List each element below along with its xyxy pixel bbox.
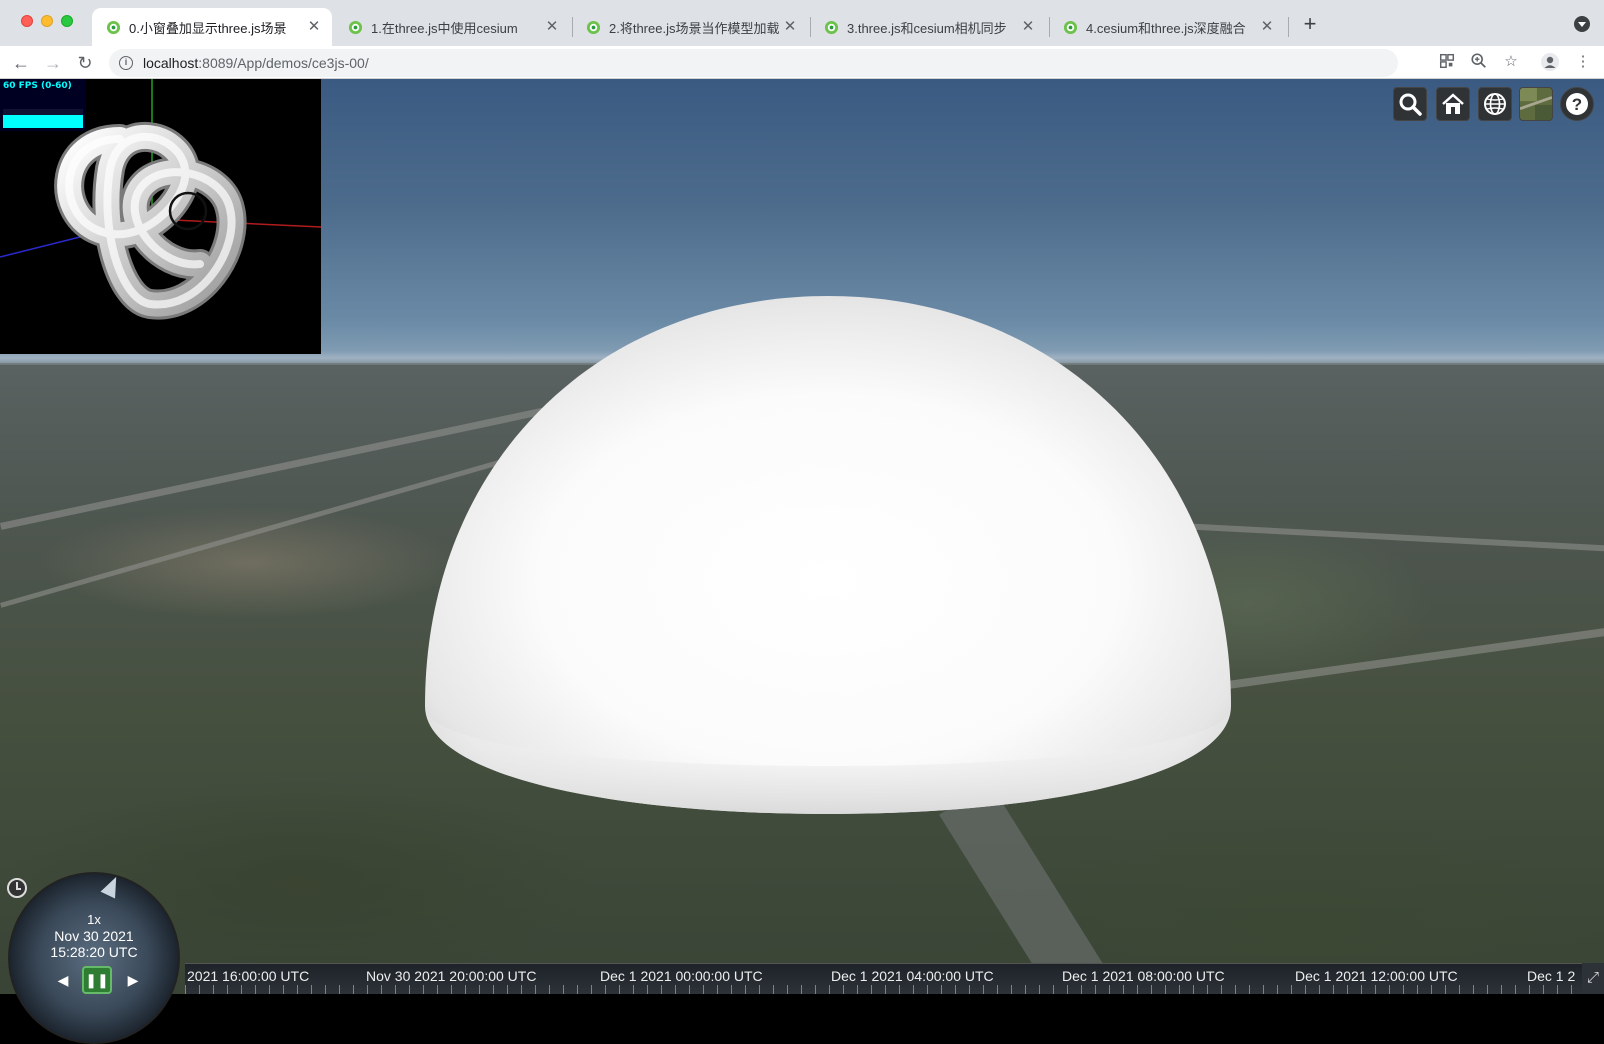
tab-search-button[interactable] [1574,16,1590,32]
url-host: localhost [143,55,199,71]
cesium-favicon-icon [824,20,839,34]
url-text: localhost:8089/App/demos/ce3js-00/ [143,55,369,71]
animation-date: Nov 30 2021 [54,928,134,944]
browser-toolbar: ← → ↻ i localhost:8089/App/demos/ce3js-0… [0,46,1604,79]
fps-stats-panel[interactable]: 60 FPS (0-60) [0,79,86,131]
url-path: :8089/App/demos/ce3js-00/ [198,55,369,71]
tab-bar: 0.小窗叠加显示three.js场景 ✕ 1.在three.js中使用cesiu… [0,0,1604,46]
play-forward-button[interactable]: ▶ [120,968,146,992]
help-button[interactable]: ? [1560,87,1594,121]
base-layer-picker-button[interactable] [1519,87,1553,121]
svg-text:?: ? [1572,95,1582,114]
imagery-layer-icon [1520,88,1552,120]
timeline-tick-label: Nov 30 2021 20:00:00 UTC [366,968,537,984]
hemisphere-model [425,296,1231,814]
globe-icon [1484,93,1506,115]
tab-title: 4.cesium和three.js深度融合 [1086,20,1246,36]
tab-close-icon[interactable]: ✕ [782,19,798,35]
tab-4[interactable]: 4.cesium和three.js深度融合 ✕ [1049,8,1285,46]
tab-title: 3.three.js和cesium相机同步 [847,20,1007,36]
search-icon [1399,93,1422,116]
timeline-tick-label: Dec 1 2021 12:00:00 UTC [1295,968,1458,984]
geocoder-search-button[interactable] [1393,87,1427,121]
tab-close-icon[interactable]: ✕ [1020,19,1036,35]
threejs-overlay-canvas[interactable]: 60 FPS (0-60) [0,79,322,354]
timeline-tick-label: Dec 1 2021 08:00:00 UTC [1062,968,1225,984]
new-tab-button[interactable]: + [1297,12,1323,38]
bookmark-star-icon[interactable]: ☆ [1501,52,1521,72]
tab-close-icon[interactable]: ✕ [306,19,322,35]
timeline-ticks [185,985,1582,994]
close-window-button[interactable] [21,15,33,27]
tab-1[interactable]: 1.在three.js中使用cesium ✕ [334,8,570,46]
cesium-favicon-icon [348,20,363,34]
fps-label: 60 FPS (0-60) [3,81,72,91]
tab-2[interactable]: 2.将three.js场景当作模型加载 ✕ [572,8,808,46]
road [1179,523,1604,552]
qr-code-icon[interactable] [1437,52,1457,72]
timeline-tick-label: Dec 1 2021 04:00:00 UTC [831,968,994,984]
scene-mode-button[interactable] [1478,87,1512,121]
profile-avatar-icon[interactable] [1540,52,1560,72]
cesium-favicon-icon [586,20,601,34]
zoom-icon[interactable] [1469,52,1489,72]
back-button[interactable]: ← [8,50,34,76]
tab-0[interactable]: 0.小窗叠加显示three.js场景 ✕ [92,8,332,46]
tab-3[interactable]: 3.three.js和cesium相机同步 ✕ [810,8,1046,46]
cesium-favicon-icon [1063,20,1078,34]
tab-title: 1.在three.js中使用cesium [371,20,518,36]
forward-button[interactable]: → [40,50,66,76]
timeline[interactable]: 2021 16:00:00 UTC Nov 30 2021 20:00:00 U… [185,963,1582,994]
pause-button[interactable]: ❚❚ [82,966,112,994]
browser-menu-icon[interactable]: ⋮ [1573,52,1593,72]
help-icon: ? [1566,93,1588,115]
home-view-button[interactable] [1436,87,1470,121]
tab-separator [1288,17,1289,37]
timeline-tick-label: Dec 1 2021 00:00:00 UTC [600,968,763,984]
cesium-favicon-icon [106,20,121,34]
tab-title: 2.将three.js场景当作模型加载 [609,20,780,36]
tab-close-icon[interactable]: ✕ [544,19,560,35]
play-reverse-button[interactable]: ◀ [50,968,76,992]
address-bar[interactable]: i localhost:8089/App/demos/ce3js-00/ [109,49,1398,77]
reload-button[interactable]: ↻ [72,50,98,76]
animation-time: 15:28:20 UTC [50,944,138,960]
tab-close-icon[interactable]: ✕ [1259,19,1275,35]
timeline-tick-label: 2021 16:00:00 UTC [187,968,310,984]
home-icon [1442,93,1464,114]
cesium-viewer[interactable]: 60 FPS (0-60) ? [0,79,1604,994]
fullscreen-button[interactable]: ⤢ [1582,963,1604,994]
fps-graph [3,109,83,128]
animation-speed: 1x [87,912,101,927]
tab-title: 0.小窗叠加显示three.js场景 [129,20,287,36]
site-info-icon[interactable]: i [119,56,133,70]
maximize-window-button[interactable] [61,15,73,27]
animation-widget[interactable]: 1x Nov 30 2021 15:28:20 UTC ◀ ❚❚ ▶ [8,872,180,1044]
timeline-tick-label: Dec 1 2 [1527,968,1576,984]
minimize-window-button[interactable] [41,15,53,27]
